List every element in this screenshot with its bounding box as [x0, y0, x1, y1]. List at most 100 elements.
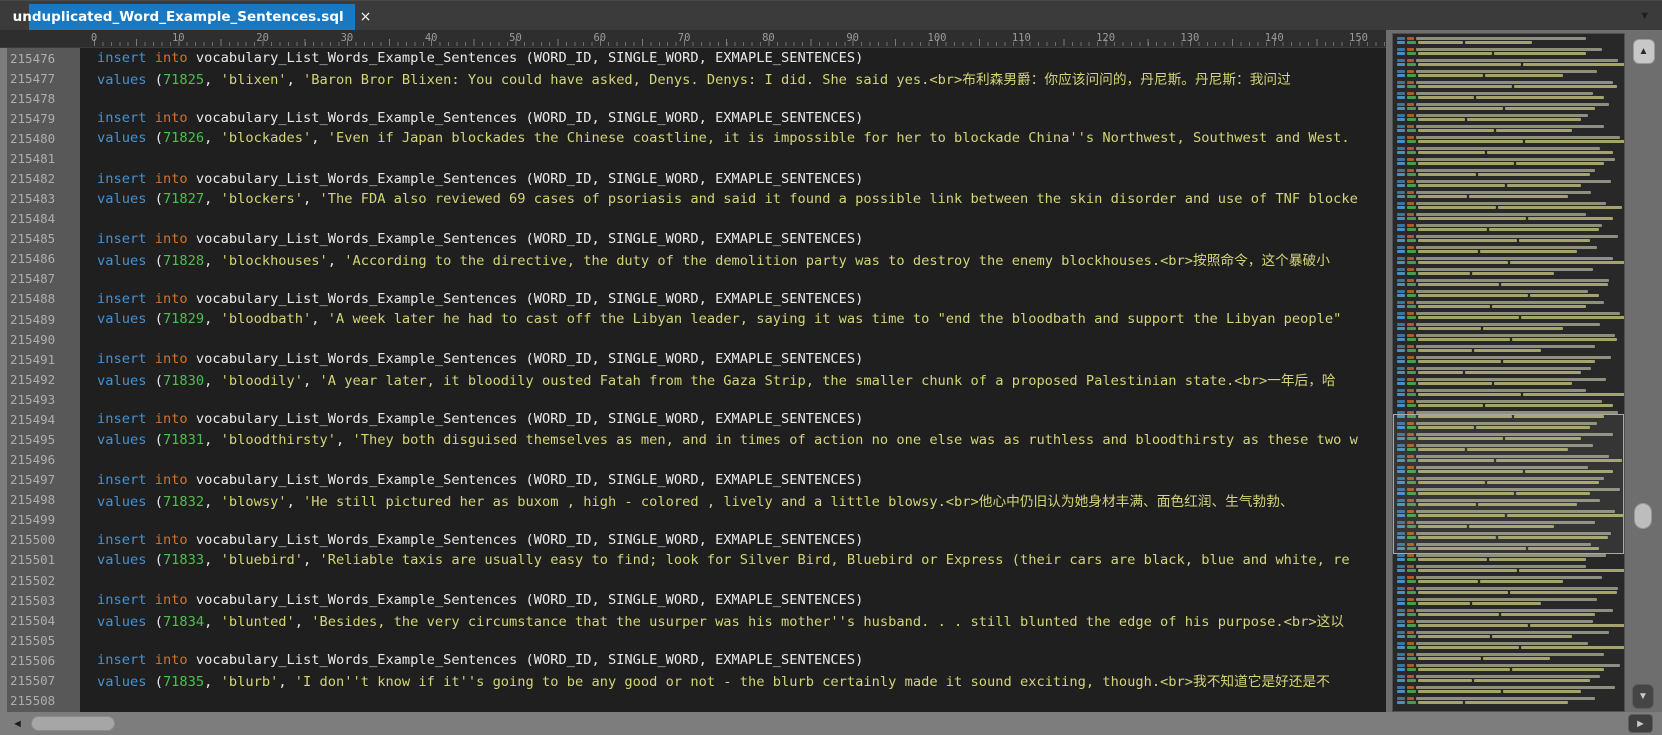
- code-line[interactable]: 215483 values (71827, 'blockers', 'The FD…: [0, 189, 1386, 209]
- minimap-line-group: [1393, 48, 1624, 55]
- code-line[interactable]: 215501 values (71833, 'bluebird', 'Reliab…: [0, 550, 1386, 570]
- scroll-down-button[interactable]: ▼: [1632, 684, 1654, 709]
- ruler-label: 30: [340, 32, 354, 44]
- code-text: insert into vocabulary_List_Words_Exampl…: [97, 110, 864, 127]
- minimap-line-group: [1393, 675, 1624, 682]
- minimap-line-group: [1393, 576, 1624, 583]
- horizontal-scrollbar[interactable]: ◄ ►: [0, 712, 1662, 735]
- scroll-up-button[interactable]: ▲: [1632, 39, 1655, 64]
- code-line[interactable]: 215476 insert into vocabulary_List_Words_…: [0, 48, 1386, 68]
- line-number: 215495: [10, 432, 56, 448]
- horizontal-scrollbar-thumb[interactable]: [30, 716, 115, 731]
- vertical-scrollbar-thumb[interactable]: [1634, 503, 1652, 529]
- code-text: insert into vocabulary_List_Words_Exampl…: [97, 50, 864, 67]
- editor-window: unduplicated_Word_Example_Sentences.sql …: [0, 0, 1662, 735]
- ruler-label: 40: [424, 32, 438, 44]
- minimap-line-group: [1393, 587, 1624, 594]
- code-line[interactable]: 215479 insert into vocabulary_List_Words_…: [0, 108, 1386, 128]
- ruler-label: 0: [90, 32, 98, 44]
- code-line[interactable]: 215495 values (71831, 'bloodthirsty', 'Th…: [0, 429, 1386, 449]
- line-number: 215492: [10, 371, 56, 387]
- minimap-line-group: [1393, 59, 1624, 66]
- ruler-label: 130: [1180, 32, 1200, 44]
- code-line[interactable]: 215508: [0, 691, 1386, 711]
- code-line[interactable]: 215503 insert into vocabulary_List_Words_…: [0, 590, 1386, 610]
- minimap-line-group: [1393, 686, 1624, 693]
- code-text: values (71826, 'blockades', 'Even if Jap…: [97, 130, 1350, 147]
- code-line[interactable]: 215502: [0, 570, 1386, 590]
- minimap-line-group: [1393, 301, 1624, 308]
- line-number: 215497: [10, 472, 56, 488]
- minimap-viewport[interactable]: [1393, 414, 1624, 554]
- minimap-line-group: [1393, 246, 1624, 253]
- code-line[interactable]: 215484: [0, 209, 1386, 229]
- code-line[interactable]: 215485 insert into vocabulary_List_Words_…: [0, 229, 1386, 249]
- code-line[interactable]: 215496: [0, 450, 1386, 470]
- line-number: 215504: [10, 612, 56, 628]
- minimap-line-group: [1393, 202, 1624, 209]
- minimap-line-group: [1393, 180, 1624, 187]
- minimap-line-group: [1393, 323, 1624, 330]
- minimap-line-group: [1393, 136, 1624, 143]
- code-line[interactable]: 215480 values (71826, 'blockades', 'Even …: [0, 128, 1386, 148]
- code-line[interactable]: 215500 insert into vocabulary_List_Words_…: [0, 530, 1386, 550]
- minimap-line-group: [1393, 235, 1624, 242]
- scroll-left-button[interactable]: ◄: [12, 718, 23, 730]
- ruler-label: 20: [256, 32, 269, 44]
- code-line[interactable]: 215486 values (71828, 'blockhouses', 'Acc…: [0, 249, 1386, 269]
- code-line[interactable]: 215478: [0, 88, 1386, 108]
- line-number: 215490: [10, 331, 56, 347]
- code-text: values (71828, 'blockhouses', 'According…: [97, 252, 1330, 269]
- tab-list-dropdown-icon[interactable]: ▼: [1639, 10, 1650, 22]
- code-line[interactable]: 215505: [0, 630, 1386, 650]
- line-number: 215494: [10, 411, 56, 427]
- code-line[interactable]: 215507 values (71835, 'blurb', 'I don''t …: [0, 670, 1386, 691]
- ruler-label: 80: [762, 32, 775, 44]
- minimap-line-group: [1393, 312, 1624, 319]
- code-text: insert into vocabulary_List_Words_Exampl…: [97, 411, 864, 428]
- ruler-label: 120: [1096, 32, 1116, 44]
- minimap-line-group: [1393, 345, 1624, 352]
- vertical-scrollbar[interactable]: ▲ ▼: [1625, 33, 1662, 712]
- code-line[interactable]: 215493: [0, 389, 1386, 409]
- code-line[interactable]: 215490: [0, 329, 1386, 349]
- code-line[interactable]: 215499: [0, 510, 1386, 530]
- line-number: 215489: [10, 311, 56, 327]
- code-line[interactable]: 215497 insert into vocabulary_List_Words_…: [0, 470, 1386, 490]
- minimap-line-group: [1393, 653, 1624, 660]
- ruler-label: 50: [509, 32, 522, 44]
- code-text: values (71825, 'blixen', 'Baron Bror Bli…: [97, 72, 1291, 89]
- column-ruler: 0 10 20 30 40 50 60 70 80 90 100 110 120 130 140 150: [0, 30, 1386, 48]
- line-number: 215483: [10, 191, 56, 207]
- tab-close-icon[interactable]: ×: [360, 9, 372, 25]
- code-text: insert into vocabulary_List_Words_Exampl…: [97, 471, 864, 488]
- line-number: 215478: [10, 90, 56, 106]
- code-line[interactable]: 215491 insert into vocabulary_List_Words_…: [0, 349, 1386, 369]
- ruler-label: 90: [846, 32, 860, 44]
- ruler-label: 140: [1264, 32, 1284, 44]
- scroll-right-button[interactable]: ►: [1628, 714, 1653, 733]
- code-line[interactable]: 215482 insert into vocabulary_List_Words_…: [0, 168, 1386, 188]
- code-line[interactable]: 215494 insert into vocabulary_List_Words_…: [0, 409, 1386, 429]
- code-line[interactable]: 215487: [0, 269, 1386, 289]
- tab-bar: unduplicated_Word_Example_Sentences.sql …: [0, 0, 1662, 30]
- code-line[interactable]: 215504 values (71834, 'blunted', 'Besides…: [0, 610, 1386, 631]
- code-line[interactable]: 215492 values (71830, 'bloodily', 'A year…: [0, 369, 1386, 390]
- line-number: 215479: [10, 110, 56, 126]
- minimap[interactable]: [1392, 33, 1625, 712]
- tab-active-sql-file[interactable]: unduplicated_Word_Example_Sentences.sql …: [13, 4, 371, 30]
- code-line[interactable]: 215477 values (71825, 'blixen', 'Baron Br…: [0, 68, 1386, 89]
- code-text: insert into vocabulary_List_Words_Exampl…: [97, 652, 864, 669]
- code-text: values (71834, 'blunted', 'Besides, the …: [97, 614, 1345, 631]
- minimap-line-group: [1393, 389, 1624, 396]
- minimap-line-group: [1393, 268, 1624, 275]
- ruler-label: 150: [1349, 32, 1368, 44]
- minimap-line-group: [1393, 565, 1624, 572]
- code-line[interactable]: 215489 values (71829, 'bloodbath', 'A wee…: [0, 309, 1386, 329]
- code-editor[interactable]: 215476 insert into vocabulary_List_Words_…: [0, 48, 1386, 712]
- code-line[interactable]: 215506 insert into vocabulary_List_Words_…: [0, 650, 1386, 670]
- code-line[interactable]: 215488 insert into vocabulary_List_Words_…: [0, 289, 1386, 309]
- code-line[interactable]: 215498 values (71832, 'blowsy', 'He still…: [0, 490, 1386, 510]
- ruler-label: 110: [1011, 32, 1031, 44]
- code-line[interactable]: 215481: [0, 148, 1386, 168]
